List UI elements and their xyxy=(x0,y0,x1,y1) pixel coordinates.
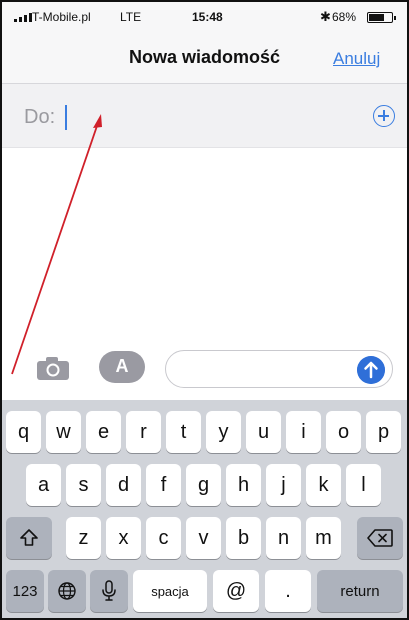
shift-key[interactable] xyxy=(6,517,52,559)
key-c[interactable]: c xyxy=(146,517,181,559)
camera-icon[interactable] xyxy=(36,355,70,381)
key-n[interactable]: n xyxy=(266,517,301,559)
shift-arrow-icon xyxy=(20,529,38,546)
key-f[interactable]: f xyxy=(146,464,181,506)
network-type: LTE xyxy=(120,10,142,24)
globe-icon xyxy=(58,582,76,600)
key-k[interactable]: k xyxy=(306,464,341,506)
recipient-row[interactable]: Do: xyxy=(2,84,407,148)
phone-screen: T-Mobile.pl LTE 15:48 ✱ 68% Nowa wiadomo… xyxy=(0,0,409,620)
dot-key[interactable]: . xyxy=(265,570,311,612)
bluetooth-icon: ✱ xyxy=(320,9,331,24)
clock: 15:48 xyxy=(192,10,223,24)
globe-key[interactable] xyxy=(48,570,86,612)
message-input-bar: A xyxy=(2,339,407,400)
key-m[interactable]: m xyxy=(306,517,341,559)
key-b[interactable]: b xyxy=(226,517,261,559)
carrier-name: T-Mobile.pl xyxy=(32,10,91,24)
key-t[interactable]: t xyxy=(166,411,201,453)
key-x[interactable]: x xyxy=(106,517,141,559)
key-a[interactable]: a xyxy=(26,464,61,506)
to-label: Do: xyxy=(24,106,56,128)
backspace-key[interactable] xyxy=(357,517,403,559)
key-h[interactable]: h xyxy=(226,464,261,506)
backspace-icon xyxy=(367,529,393,547)
status-bar: T-Mobile.pl LTE 15:48 ✱ 68% xyxy=(2,2,407,32)
key-d[interactable]: d xyxy=(106,464,141,506)
microphone-icon xyxy=(102,580,116,601)
cancel-button[interactable]: Anuluj xyxy=(333,49,380,69)
return-key[interactable]: return xyxy=(317,570,403,612)
key-r[interactable]: r xyxy=(126,411,161,453)
key-p[interactable]: p xyxy=(366,411,401,453)
key-j[interactable]: j xyxy=(266,464,301,506)
plus-circle-icon[interactable] xyxy=(373,105,395,127)
key-q[interactable]: q xyxy=(6,411,41,453)
key-s[interactable]: s xyxy=(66,464,101,506)
key-i[interactable]: i xyxy=(286,411,321,453)
key-z[interactable]: z xyxy=(66,517,101,559)
key-g[interactable]: g xyxy=(186,464,221,506)
battery-icon xyxy=(367,12,396,23)
dictation-key[interactable] xyxy=(90,570,128,612)
key-v[interactable]: v xyxy=(186,517,221,559)
space-key[interactable]: spacja xyxy=(133,570,207,612)
key-l[interactable]: l xyxy=(346,464,381,506)
signal-strength-icon xyxy=(14,13,32,22)
at-key[interactable]: @ xyxy=(213,570,259,612)
numbers-key[interactable]: 123 xyxy=(6,570,44,612)
message-thread-area xyxy=(2,149,407,339)
key-u[interactable]: u xyxy=(246,411,281,453)
keyboard: q w e r t y u i o p a s d f g h j k l z … xyxy=(2,400,407,618)
key-y[interactable]: y xyxy=(206,411,241,453)
arrow-up-icon[interactable] xyxy=(357,356,385,384)
battery-percentage: 68% xyxy=(332,10,357,24)
key-e[interactable]: e xyxy=(86,411,121,453)
app-store-icon[interactable]: A xyxy=(99,351,145,383)
text-cursor xyxy=(65,105,67,130)
key-o[interactable]: o xyxy=(326,411,361,453)
key-w[interactable]: w xyxy=(46,411,81,453)
navigation-bar: Nowa wiadomość Anuluj xyxy=(2,32,407,84)
